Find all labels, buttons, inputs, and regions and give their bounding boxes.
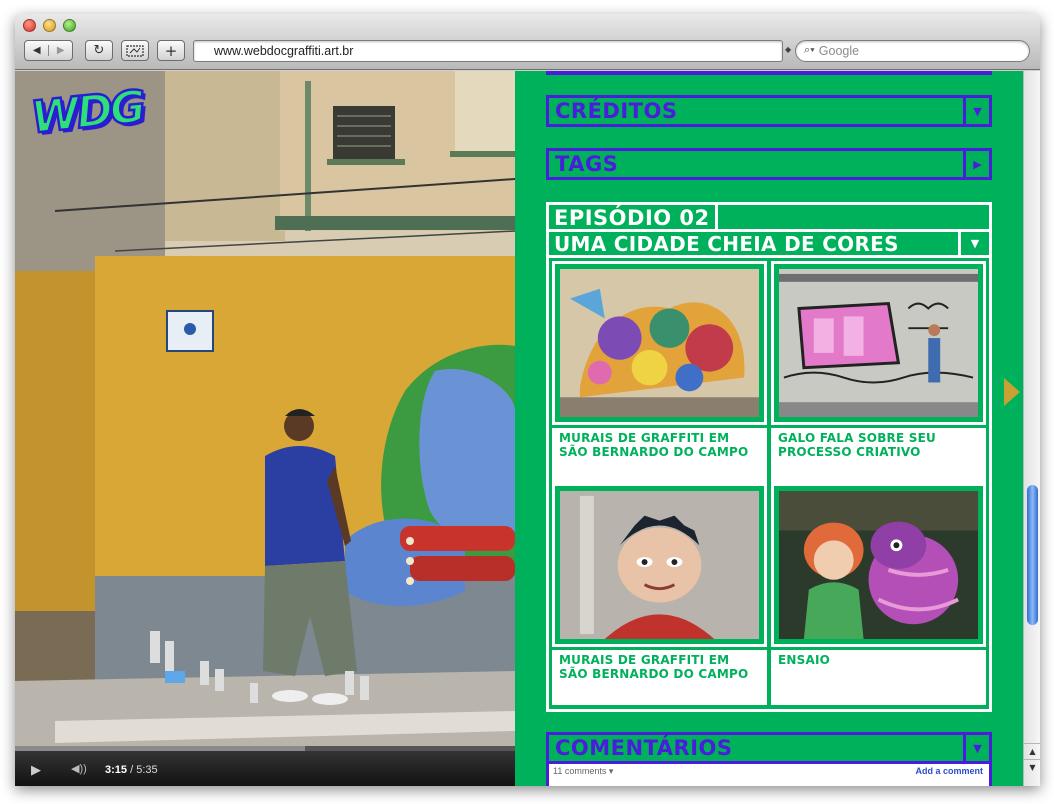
graffiti-character-image (560, 491, 759, 639)
video-thumbnail[interactable] (552, 261, 767, 425)
episode-video-grid: MURAIS DE GRAFFITI EM SÃO BERNARDO DO CA… (552, 261, 986, 705)
chevron-down-icon[interactable]: ▼ (963, 735, 989, 761)
video-card[interactable]: MURAIS DE GRAFFITI EM SÃO BERNARDO DO CA… (552, 261, 767, 483)
page-content: WDG ▶ ◀)) 3:15 / 5:35 CRÉDITOS ▼ TAGS ▶ (15, 71, 1040, 786)
reload-button[interactable]: ↻ (85, 40, 113, 61)
video-current-time: 3:15 (105, 764, 128, 776)
reload-icon: ↻ (93, 43, 105, 58)
episode-number-title: EPISÓDIO 02 (549, 205, 718, 232)
chevron-down-icon[interactable]: ▼ (961, 232, 989, 258)
video-progress-bar[interactable] (15, 746, 515, 751)
address-text: www.webdocgraffiti.art.br (214, 44, 354, 58)
search-field[interactable]: ⌕▾ Google (795, 40, 1030, 62)
video-card[interactable]: GALO FALA SOBRE SEU PROCESSO CRIATIVO (771, 261, 986, 483)
add-bookmark-button[interactable]: + (157, 40, 185, 61)
scrollbar-thumb[interactable] (1027, 485, 1038, 625)
graffiti-wall-image (779, 269, 978, 417)
comments-box: 11 comments ▾ Add a comment (546, 764, 992, 786)
graffiti-mural-image (560, 269, 759, 417)
tags-section[interactable]: TAGS ▶ (546, 148, 992, 180)
scroll-up-icon[interactable]: ▲ (1024, 743, 1040, 758)
snapback-button[interactable] (121, 40, 149, 61)
video-thumbnail[interactable] (552, 483, 767, 647)
close-window-button[interactable] (23, 19, 36, 32)
episode-block: EPISÓDIO 02 UMA CIDADE CHEIA DE CORES ▼ (546, 202, 992, 712)
play-icon[interactable]: ▶ (31, 762, 41, 778)
address-bar[interactable]: www.webdocgraffiti.art.br (193, 40, 783, 62)
back-forward-buttons: ◀ ▶ (24, 40, 73, 61)
episode-subtitle: UMA CIDADE CHEIA DE CORES (549, 232, 961, 258)
video-thumbnail[interactable] (771, 483, 986, 647)
forward-icon[interactable]: ▶ (48, 45, 72, 56)
video-progress-fill (15, 746, 305, 751)
video-card[interactable]: MURAIS DE GRAFFITI EM SÃO BERNARDO DO CA… (552, 483, 767, 705)
video-frame (15, 71, 515, 746)
webclip-icon (126, 44, 144, 57)
creditos-heading: CRÉDITOS (555, 99, 678, 123)
video-caption[interactable]: MURAIS DE GRAFFITI EM SÃO BERNARDO DO CA… (552, 428, 767, 483)
video-player[interactable]: WDG ▶ ◀)) 3:15 / 5:35 (15, 71, 515, 786)
chevron-down-icon[interactable]: ▼ (963, 98, 989, 124)
search-placeholder: Google (818, 44, 860, 58)
back-icon[interactable]: ◀ (25, 45, 48, 56)
video-thumbnail[interactable] (771, 261, 986, 425)
video-card[interactable]: ENSAIO (771, 483, 986, 705)
tags-heading: TAGS (555, 152, 619, 176)
browser-toolbar: ◀ ▶ ↻ + www.webdocgraffiti.art.br ◆ ⌕▾ G… (15, 14, 1040, 70)
creditos-section[interactable]: CRÉDITOS ▼ (546, 95, 992, 127)
comentarios-section[interactable]: COMENTÁRIOS ▼ (546, 732, 992, 764)
browser-window: ◀ ▶ ↻ + www.webdocgraffiti.art.br ◆ ⌕▾ G… (15, 14, 1040, 786)
video-caption[interactable]: ENSAIO (771, 650, 986, 705)
vertical-scrollbar[interactable]: ▲ ▼ (1023, 71, 1040, 786)
address-stepper-icon[interactable]: ◆ (785, 45, 791, 54)
graffiti-elephant-image (779, 491, 978, 639)
video-time: 3:15 / 5:35 (105, 764, 158, 776)
comments-count[interactable]: 11 comments ▾ (553, 766, 613, 777)
episode-title-spacer (718, 205, 989, 232)
section-divider (546, 71, 992, 75)
comentarios-heading: COMENTÁRIOS (555, 736, 733, 760)
video-duration: / 5:35 (130, 764, 158, 776)
zoom-window-button[interactable] (63, 19, 76, 32)
video-controls: ▶ ◀)) 3:15 / 5:35 (15, 746, 515, 786)
next-arrow-icon[interactable] (1004, 378, 1020, 406)
volume-icon[interactable]: ◀)) (71, 762, 87, 775)
video-caption[interactable]: GALO FALA SOBRE SEU PROCESSO CRIATIVO (771, 428, 986, 483)
minimize-window-button[interactable] (43, 19, 56, 32)
chevron-right-icon[interactable]: ▶ (963, 151, 989, 177)
video-caption[interactable]: MURAIS DE GRAFFITI EM SÃO BERNARDO DO CA… (552, 650, 767, 705)
plus-icon: + (164, 41, 178, 60)
add-comment-link[interactable]: Add a comment (915, 766, 983, 776)
scroll-down-icon[interactable]: ▼ (1024, 759, 1040, 774)
search-icon: ⌕▾ (804, 44, 815, 56)
site-panel: CRÉDITOS ▼ TAGS ▶ EPISÓDIO 02 UMA CIDADE… (515, 71, 1023, 786)
